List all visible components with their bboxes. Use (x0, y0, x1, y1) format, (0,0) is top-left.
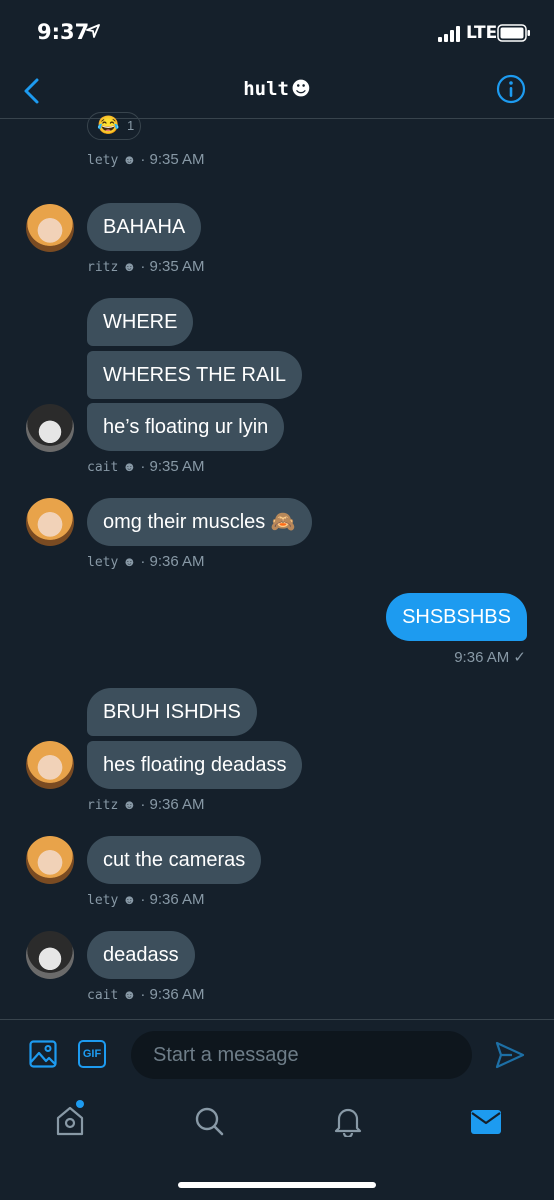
sender-name: cait (87, 988, 119, 1003)
battery-icon (497, 24, 530, 42)
meta-separator: · (140, 258, 146, 275)
message-time: 9:35 AM (149, 151, 205, 168)
meta-separator: · (140, 458, 146, 475)
network-type: LTE (466, 23, 498, 43)
sender-emoji: ☻ (122, 459, 137, 474)
message-time: 9:36 AM (149, 891, 205, 908)
notifications-bell-icon[interactable] (333, 1105, 363, 1137)
message-time: 9:35 AM (149, 458, 205, 475)
sender-emoji: ☻ (122, 152, 137, 167)
message-time: 9:35 AM (149, 258, 205, 275)
avatar[interactable] (26, 404, 74, 452)
avatar[interactable] (26, 931, 74, 979)
message-time: 9:36 AM (149, 796, 205, 813)
avatar[interactable] (26, 836, 74, 884)
meta-separator: · (140, 891, 146, 908)
sender-name: ritz (87, 798, 119, 813)
reaction-count: 1 (127, 118, 135, 133)
sender-emoji: ☻ (122, 987, 137, 1002)
message-bubble[interactable]: WHERES THE RAIL (87, 351, 302, 399)
meta-separator: · (140, 986, 146, 1003)
message-bubble[interactable]: he’s floating ur lyin (87, 403, 285, 451)
message-meta: lety ☻ · 9:36 AM (87, 891, 205, 908)
meta-separator: · (140, 151, 146, 168)
sender-emoji: ☻ (122, 892, 137, 907)
message-time: 9:36 AM (149, 553, 205, 570)
conversation-title-text: hult (243, 78, 289, 100)
avatar[interactable] (26, 498, 74, 546)
sender-name: lety (87, 555, 119, 570)
messages-envelope-icon[interactable] (470, 1108, 502, 1136)
laughing-emoji: 😂 (97, 115, 120, 135)
status-time: 9:37 (37, 20, 90, 44)
reaction-chip[interactable]: 😂 1 (87, 112, 141, 140)
smiley-icon: ☻ (290, 78, 311, 100)
send-icon[interactable] (494, 1040, 526, 1070)
sender-emoji: ☻ (122, 259, 137, 274)
cellular-signal-icon (438, 26, 460, 42)
message-input[interactable]: Start a message (131, 1031, 472, 1079)
sender-emoji: ☻ (122, 797, 137, 812)
sender-name: cait (87, 460, 119, 475)
message-bubble[interactable]: omg their muscles 🙈 (87, 498, 312, 546)
message-bubble[interactable]: WHERE (87, 298, 194, 346)
notification-dot (76, 1100, 84, 1108)
status-bar: 9:37 LTE (0, 0, 554, 66)
message-bubble[interactable]: BRUH ISHDHS (87, 688, 257, 736)
conversation-header: hult ☻ (0, 66, 554, 119)
message-composer: GIF Start a message (0, 1019, 554, 1090)
avatar[interactable] (26, 204, 74, 252)
image-icon[interactable] (29, 1040, 57, 1068)
sent-message-time: 9:36 AM ✓ (454, 649, 526, 666)
message-bubble[interactable]: hes floating deadass (87, 741, 303, 789)
search-icon[interactable] (194, 1105, 224, 1137)
message-bubble[interactable]: BAHAHA (87, 203, 202, 251)
avatar[interactable] (26, 741, 74, 789)
info-icon[interactable] (496, 74, 526, 104)
message-bubble[interactable]: deadass (87, 931, 195, 979)
sender-name: ritz (87, 260, 119, 275)
sender-name: lety (87, 153, 119, 168)
message-meta: lety ☻ · 9:36 AM (87, 553, 205, 570)
message-bubble[interactable]: cut the cameras (87, 836, 262, 884)
home-indicator[interactable] (178, 1182, 376, 1188)
message-meta: cait ☻ · 9:36 AM (87, 986, 205, 1003)
message-meta: lety ☻ · 9:35 AM (87, 151, 205, 168)
meta-separator: · (140, 796, 146, 813)
meta-separator: · (140, 553, 146, 570)
message-meta: ritz ☻ · 9:35 AM (87, 258, 205, 275)
gif-icon[interactable]: GIF (78, 1040, 106, 1068)
conversation-title[interactable]: hult ☻ (0, 78, 554, 100)
home-icon[interactable] (55, 1105, 85, 1137)
sent-message-bubble[interactable]: SHSBSHBS (386, 593, 527, 641)
sender-emoji: ☻ (122, 554, 137, 569)
message-meta: ritz ☻ · 9:36 AM (87, 796, 205, 813)
location-arrow-icon (86, 24, 100, 38)
sender-name: lety (87, 893, 119, 908)
message-time: 9:36 AM (149, 986, 205, 1003)
message-meta: cait ☻ · 9:35 AM (87, 458, 205, 475)
